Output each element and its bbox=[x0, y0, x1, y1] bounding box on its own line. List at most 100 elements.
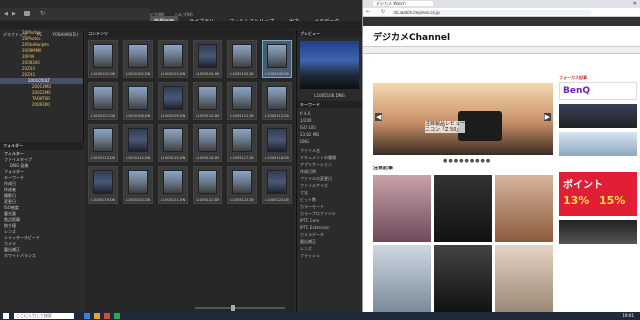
thumbnail-image bbox=[162, 128, 183, 152]
close-icon[interactable]: ✕ bbox=[633, 1, 637, 7]
thumbnail-cell[interactable]: L1005119.DNG bbox=[88, 166, 118, 204]
reload-icon[interactable]: ↻ bbox=[381, 9, 385, 15]
metadata-row[interactable]: ファイルの変更日 bbox=[297, 175, 362, 182]
metadata-row[interactable]: 露出補正 bbox=[297, 238, 362, 245]
point-ad[interactable]: ポイント 13% 15% bbox=[559, 172, 637, 216]
metadata-row[interactable]: カラーモード bbox=[297, 203, 362, 210]
thumbnail-image bbox=[93, 86, 113, 110]
taskbar-app-icon[interactable] bbox=[114, 313, 120, 319]
metadata-row[interactable]: カラープロファイル bbox=[297, 210, 362, 217]
article-thumb[interactable] bbox=[373, 245, 431, 312]
thumbnail-cell[interactable]: L1005107.DNG bbox=[88, 82, 118, 120]
thumbnail-image bbox=[267, 128, 287, 152]
preview-caption: L1005106.DNG bbox=[314, 93, 345, 98]
thumbnail-image bbox=[93, 170, 113, 194]
thumbnail-cell[interactable]: L1005105.DNG bbox=[227, 40, 258, 78]
taskbar-clock[interactable]: 19:01 bbox=[622, 313, 634, 318]
taskbar-app-icon[interactable] bbox=[84, 313, 90, 319]
thumbnail-cell[interactable]: L1005124.DNG bbox=[262, 166, 292, 204]
thumbnail-cell[interactable]: L1005115.DNG bbox=[157, 124, 188, 162]
benq-ad[interactable]: BenQ bbox=[559, 82, 637, 100]
thumbnail-cell[interactable]: L1005111.DNG bbox=[227, 82, 258, 120]
slider-dots[interactable]: ●●●●●●●●● bbox=[443, 158, 491, 164]
thumbnail-image bbox=[162, 44, 183, 68]
metadata-row[interactable]: ファイルサイズ bbox=[297, 182, 362, 189]
thumbnail-cell[interactable]: L1005113.DNG bbox=[88, 124, 118, 162]
metadata-row[interactable]: IPTC Extension bbox=[297, 224, 362, 231]
back-icon[interactable]: ← bbox=[366, 9, 370, 15]
metadata-row[interactable]: アプリケーション bbox=[297, 161, 362, 168]
menu-bar: ファイル(F) 編集(E) 表示(V) ラベル(L) ツール(T) ウィンドウ(… bbox=[0, 0, 362, 17]
url-field[interactable]: dc.watch.impress.co.jp bbox=[391, 10, 591, 15]
tab-folder[interactable]: フォルダー bbox=[3, 143, 23, 148]
thumbnail-filename: L1005109.DNG bbox=[160, 114, 185, 118]
slider-next-icon[interactable]: ▶ bbox=[543, 113, 551, 121]
metadata-row[interactable]: カメラデータ bbox=[297, 231, 362, 238]
slide-caption[interactable]: 注目製品レビュー ニコン「Z 50」 bbox=[425, 121, 465, 133]
thumbnail-filename: L1005122.DNG bbox=[195, 198, 220, 202]
thumbnail-cell[interactable]: L1005120.DNG bbox=[122, 166, 153, 204]
thumbnail-cell[interactable]: L1005101.DNG bbox=[88, 40, 118, 78]
metadata-row[interactable]: IPTC Core bbox=[297, 217, 362, 224]
back-icon[interactable]: ◀ bbox=[4, 11, 8, 17]
thumbnail-filename: L1005116.DNG bbox=[195, 156, 220, 160]
thumbnail-cell[interactable]: L1005103.DNG bbox=[157, 40, 188, 78]
photo-app-window: ファイル(F) 編集(E) 表示(V) ラベル(L) ツール(T) ウィンドウ(… bbox=[0, 0, 362, 312]
thumbnail-cell[interactable]: L1005123.DNG bbox=[227, 166, 258, 204]
taskbar-app-icon[interactable] bbox=[94, 313, 100, 319]
metadata-row[interactable]: ビット数 bbox=[297, 196, 362, 203]
thumbnail-cell[interactable]: L1005112.DNG bbox=[262, 82, 292, 120]
metadata-row[interactable]: ドキュメントの種類 bbox=[297, 154, 362, 161]
article-thumb[interactable] bbox=[495, 245, 553, 312]
thumbnail-cell[interactable]: L1005116.DNG bbox=[192, 124, 223, 162]
forward-icon[interactable]: ▶ bbox=[12, 11, 16, 17]
browser-tab[interactable]: デジカメ Watch bbox=[373, 1, 433, 6]
thumbnail-image bbox=[93, 128, 113, 152]
metadata-row[interactable]: フラッシュ bbox=[297, 252, 362, 259]
thumbnail-cell[interactable]: L1005102.DNG bbox=[122, 40, 153, 78]
metadata-row[interactable]: ファイル名 bbox=[297, 147, 362, 154]
thumbnail-cell[interactable]: L1005110.DNG bbox=[192, 82, 223, 120]
thumbnail-filename: L1005118.DNG bbox=[265, 156, 289, 160]
thumbnail-filename: L1005119.DNG bbox=[91, 198, 115, 202]
metadata-row[interactable]: 作成日時 bbox=[297, 168, 362, 175]
thumbnail-image bbox=[267, 86, 287, 110]
thumbnail-cell[interactable]: L1005122.DNG bbox=[192, 166, 223, 204]
zoom-slider[interactable] bbox=[195, 305, 285, 311]
preview-image bbox=[300, 41, 359, 89]
thumbnail-image bbox=[197, 86, 218, 110]
folder-item[interactable]: 2009300 bbox=[0, 102, 83, 108]
site-logo[interactable]: デジカメChannel bbox=[373, 30, 450, 43]
thumbnail-cell[interactable]: L1005114.DNG bbox=[122, 124, 153, 162]
side-ad-2[interactable] bbox=[559, 132, 637, 156]
thumbnail-filename: L1005105.DNG bbox=[230, 72, 254, 76]
camera-icon[interactable] bbox=[24, 11, 30, 16]
thumbnail-filename: L1005106.DNG bbox=[265, 72, 289, 76]
site-menu bbox=[363, 46, 640, 54]
article-thumb[interactable] bbox=[434, 245, 492, 312]
taskbar-search[interactable]: ここに入力して検索 bbox=[14, 313, 74, 319]
article-thumb[interactable] bbox=[373, 175, 431, 242]
side-ad-3[interactable] bbox=[559, 220, 637, 244]
zoom-slider-handle[interactable] bbox=[231, 305, 235, 311]
article-thumb[interactable] bbox=[434, 175, 492, 242]
sidebar: フォーカス記事 BenQ ポイント 13% 15% bbox=[559, 75, 637, 312]
taskbar-app-icon[interactable] bbox=[104, 313, 110, 319]
thumbnail-cell[interactable]: L1005104.DNG bbox=[192, 40, 223, 78]
side-ad-1[interactable] bbox=[559, 104, 637, 128]
thumbnail-image bbox=[127, 128, 148, 152]
thumbnail-filename: L1005108.DNG bbox=[125, 114, 150, 118]
metadata-row[interactable]: レンズ bbox=[297, 245, 362, 252]
thumbnail-cell[interactable]: L1005117.DNG bbox=[227, 124, 258, 162]
thumbnail-cell[interactable]: L1005109.DNG bbox=[157, 82, 188, 120]
metadata-row[interactable]: 寸法 bbox=[297, 189, 362, 196]
article-thumb[interactable] bbox=[495, 175, 553, 242]
thumbnail-cell[interactable]: L1005121.DNG bbox=[157, 166, 188, 204]
slider-prev-icon[interactable]: ◀ bbox=[375, 113, 383, 121]
rotate-icon[interactable]: ↻ bbox=[40, 10, 45, 17]
thumbnail-cell[interactable]: L1005108.DNG bbox=[122, 82, 153, 120]
windows-start-icon[interactable] bbox=[3, 313, 9, 319]
thumbnail-cell[interactable]: L1005106.DNG bbox=[262, 40, 292, 78]
filter-item[interactable]: ホワイトバランス bbox=[0, 253, 84, 259]
thumbnail-cell[interactable]: L1005118.DNG bbox=[262, 124, 292, 162]
